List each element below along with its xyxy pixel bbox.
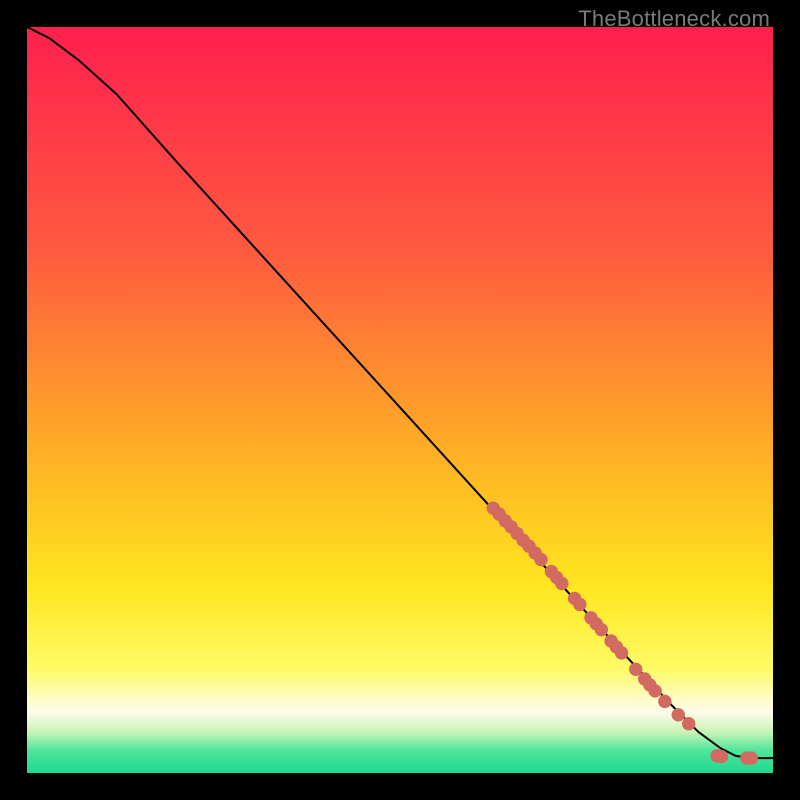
device-point [595,623,608,636]
device-point [615,646,628,659]
watermark-text: TheBottleneck.com [578,6,770,32]
device-point [658,695,671,708]
device-point [682,717,695,730]
chart-frame: TheBottleneck.com [0,0,800,800]
gradient-background [27,27,773,773]
device-point [555,577,568,590]
device-point [534,553,547,566]
device-point [648,684,661,697]
device-point [745,751,758,764]
device-point [672,708,685,721]
device-point [715,750,728,763]
chart-svg [27,27,773,773]
device-point [573,598,586,611]
chart-plot-area [27,27,773,773]
